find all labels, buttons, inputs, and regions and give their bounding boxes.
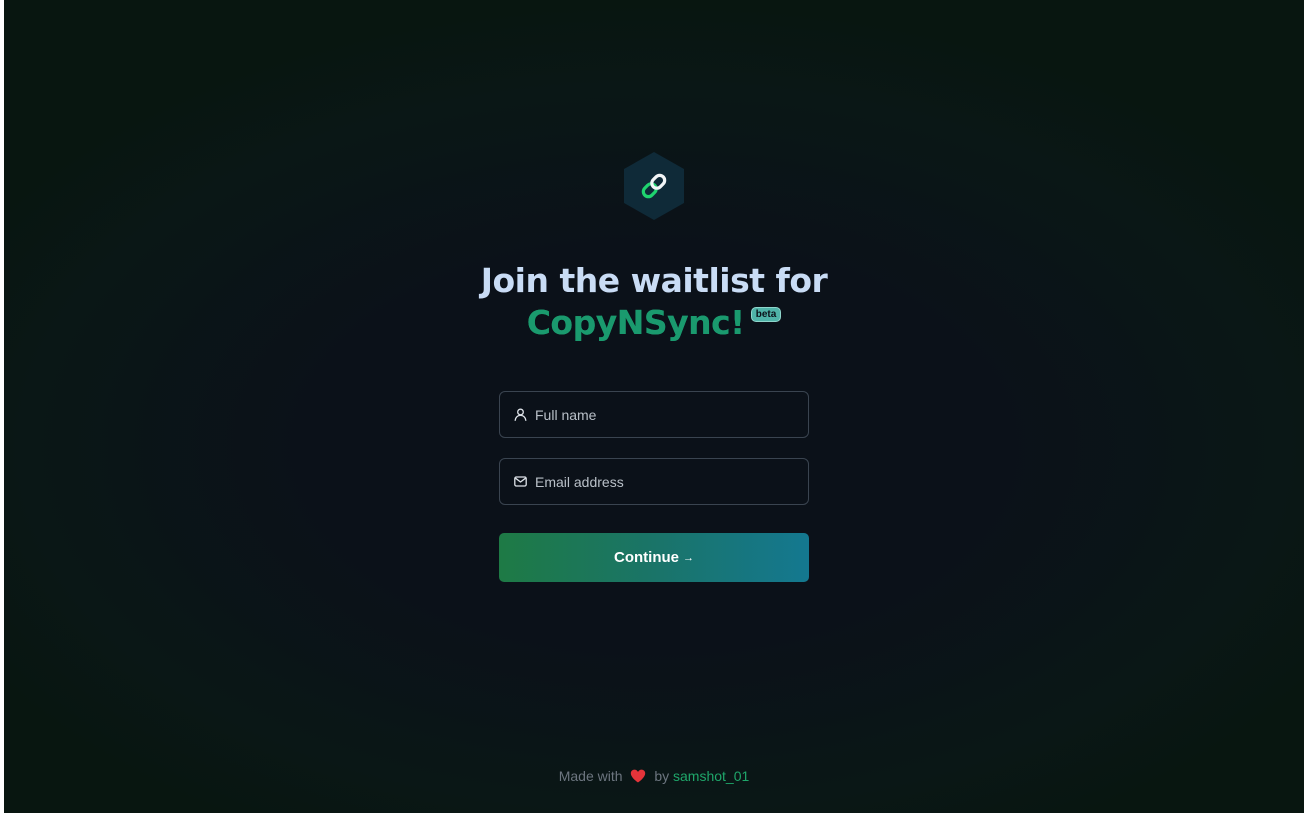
email-field[interactable] (499, 458, 809, 505)
footer-credit: Made with by samshot_01 (4, 768, 1304, 786)
mail-icon (513, 475, 527, 489)
full-name-field[interactable] (499, 391, 809, 438)
footer-made-with: Made with (558, 768, 623, 784)
waitlist-page: Join the waitlist for CopyNSync! beta Con… (4, 0, 1304, 813)
continue-label: Continue (614, 549, 679, 566)
app-logo (621, 151, 687, 221)
email-input[interactable] (535, 469, 785, 494)
brand-name: CopyNSync! (526, 303, 746, 342)
headline-brand-line: CopyNSync! beta (4, 303, 1304, 343)
full-name-input[interactable] (535, 402, 785, 427)
beta-badge: beta (750, 307, 782, 322)
author-link[interactable]: samshot_01 (673, 768, 749, 784)
chain-link-icon (624, 152, 684, 220)
headline-title: Join the waitlist for (480, 261, 828, 300)
continue-button[interactable]: Continue → (499, 533, 809, 582)
user-icon (513, 408, 527, 422)
arrow-right-icon: → (683, 551, 694, 564)
footer-by: by (654, 768, 670, 784)
heart-icon (630, 769, 646, 786)
